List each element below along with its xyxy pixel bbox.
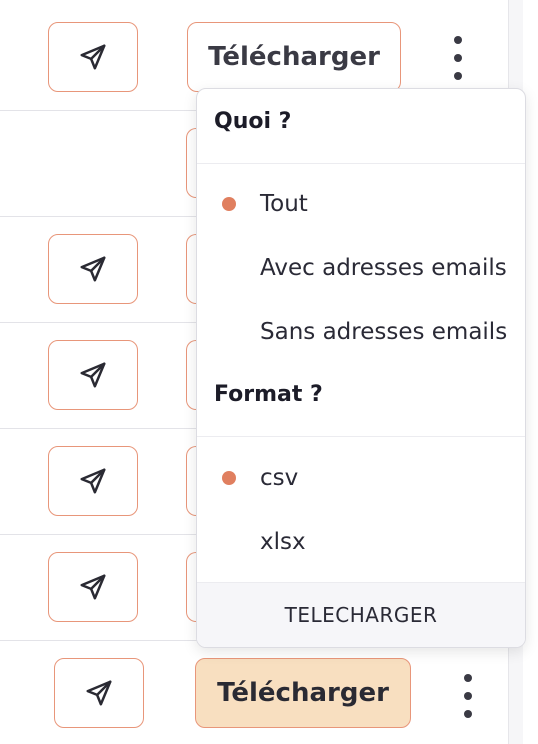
send-button[interactable]	[48, 340, 138, 410]
paper-plane-icon	[80, 574, 106, 600]
download-button-active[interactable]: Télécharger	[195, 658, 411, 728]
option-sans-adresses-emails[interactable]: Sans adresses emails	[197, 307, 525, 357]
option-label: csv	[260, 465, 299, 491]
send-button[interactable]	[54, 658, 144, 728]
row-divider	[0, 428, 196, 429]
menu-separator	[197, 436, 525, 437]
what-heading: Quoi ?	[214, 109, 292, 134]
paper-plane-icon	[80, 44, 106, 70]
option-avec-adresses-emails[interactable]: Avec adresses emails	[197, 243, 525, 293]
option-label: xlsx	[260, 529, 306, 555]
send-button[interactable]	[48, 446, 138, 516]
format-heading: Format ?	[214, 382, 323, 407]
selected-bullet-icon	[221, 471, 236, 485]
option-xlsx[interactable]: xlsx	[197, 517, 525, 567]
telecharger-submit-button[interactable]: TELECHARGER	[197, 582, 525, 647]
more-options-icon[interactable]	[458, 674, 478, 718]
send-button[interactable]	[48, 22, 138, 92]
paper-plane-icon	[86, 680, 112, 706]
row-divider	[0, 534, 196, 535]
paper-plane-icon	[80, 362, 106, 388]
send-button[interactable]	[48, 234, 138, 304]
download-button[interactable]: Télécharger	[187, 22, 401, 92]
option-csv[interactable]: csv	[197, 453, 525, 503]
row-divider	[0, 322, 196, 323]
option-label: Tout	[260, 191, 308, 217]
paper-plane-icon	[80, 256, 106, 282]
option-tout[interactable]: Tout	[197, 179, 525, 229]
send-button[interactable]	[48, 552, 138, 622]
option-label: Sans adresses emails	[260, 319, 508, 345]
paper-plane-icon	[80, 468, 106, 494]
row-divider	[0, 216, 196, 217]
more-options-icon[interactable]	[448, 36, 468, 80]
menu-separator	[197, 163, 525, 164]
option-label: Avec adresses emails	[260, 255, 507, 281]
row-divider	[0, 110, 196, 111]
download-options-menu: Quoi ? Tout Avec adresses emails Sans ad…	[196, 88, 526, 648]
selected-bullet-icon	[221, 197, 236, 211]
